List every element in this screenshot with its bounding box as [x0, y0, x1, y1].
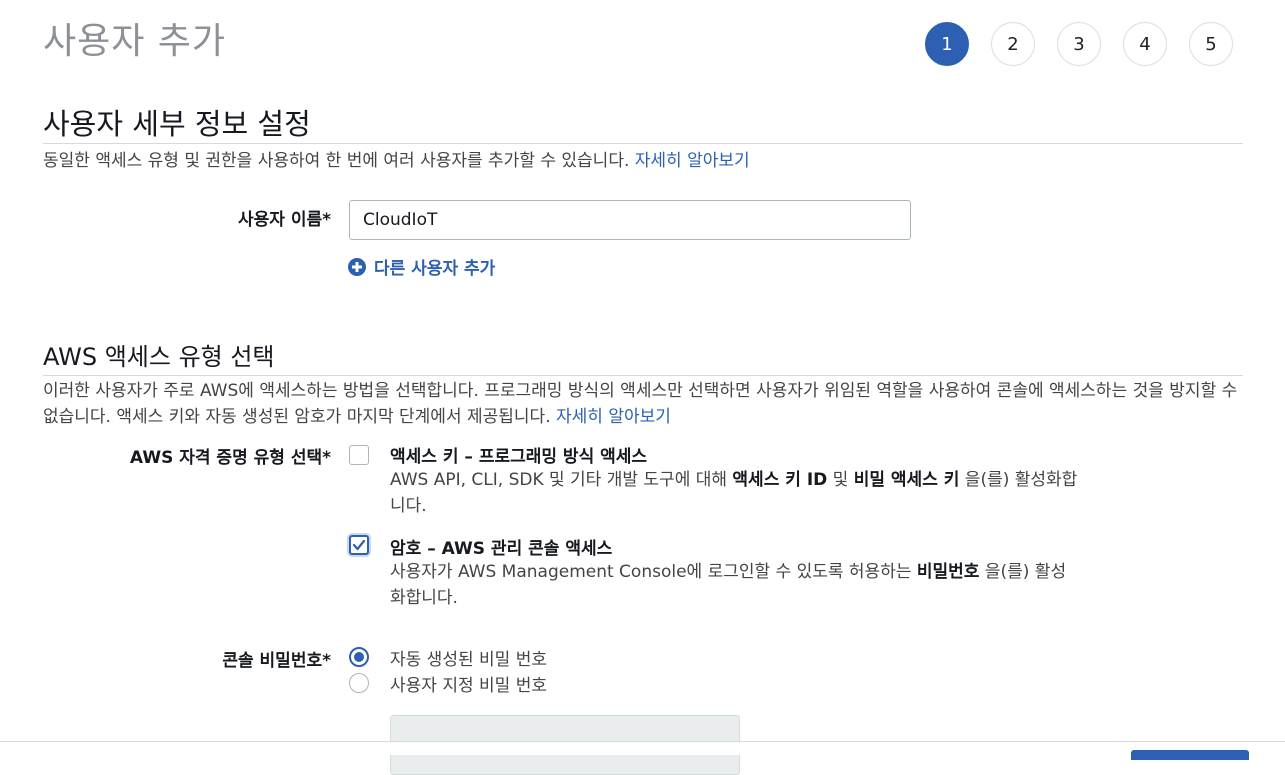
- programmatic-access-description: AWS API, CLI, SDK 및 기타 개발 도구에 대해 액세스 키 I…: [390, 470, 1078, 516]
- console-access-title: 암호 – AWS 관리 콘솔 액세스: [390, 539, 613, 559]
- step-3[interactable]: 3: [1057, 22, 1101, 66]
- auto-generated-password-label: 자동 생성된 비밀 번호: [390, 650, 547, 670]
- step-1[interactable]: 1: [925, 22, 969, 66]
- step-4[interactable]: 4: [1123, 22, 1167, 66]
- step-2[interactable]: 2: [991, 22, 1035, 66]
- checkmark-icon: [352, 539, 366, 551]
- learn-more-link[interactable]: 자세히 알아보기: [556, 407, 671, 427]
- auto-generated-password-radio[interactable]: [349, 647, 369, 667]
- step-5[interactable]: 5: [1189, 22, 1233, 66]
- user-details-description: 동일한 액세스 유형 및 권한을 사용하여 한 번에 여러 사용자를 추가할 수…: [43, 151, 750, 171]
- learn-more-link[interactable]: 자세히 알아보기: [635, 151, 750, 171]
- add-another-user-label: 다른 사용자 추가: [374, 259, 496, 279]
- page-title: 사용자 추가: [43, 21, 227, 62]
- footer-bar: [0, 741, 1285, 755]
- console-access-checkbox[interactable]: [349, 535, 369, 555]
- credential-type-label: AWS 자격 증명 유형 선택*: [129, 448, 331, 468]
- section-divider: [43, 375, 1243, 376]
- console-access-description: 사용자가 AWS Management Console에 로그인할 수 있도록 …: [390, 562, 1067, 608]
- access-type-title: AWS 액세스 유형 선택: [43, 343, 275, 371]
- username-label: 사용자 이름*: [237, 210, 331, 230]
- programmatic-access-checkbox[interactable]: [349, 445, 369, 465]
- username-input[interactable]: [349, 200, 911, 240]
- add-another-user-button[interactable]: 다른 사용자 추가: [348, 254, 495, 279]
- console-password-label: 콘솔 비밀번호*: [222, 651, 331, 671]
- custom-password-label: 사용자 지정 비밀 번호: [390, 676, 547, 696]
- section-divider: [43, 143, 1243, 144]
- programmatic-access-title: 액세스 키 – 프로그래밍 방식 액세스: [390, 447, 648, 467]
- wizard-steps: 1 2 3 4 5: [925, 22, 1233, 66]
- next-button[interactable]: [1131, 750, 1249, 760]
- plus-circle-icon: [348, 257, 366, 276]
- access-type-description: 이러한 사용자가 주로 AWS에 액세스하는 방법을 선택합니다. 프로그래밍 …: [43, 381, 1238, 427]
- user-details-title: 사용자 세부 정보 설정: [43, 107, 311, 141]
- custom-password-radio[interactable]: [349, 673, 369, 693]
